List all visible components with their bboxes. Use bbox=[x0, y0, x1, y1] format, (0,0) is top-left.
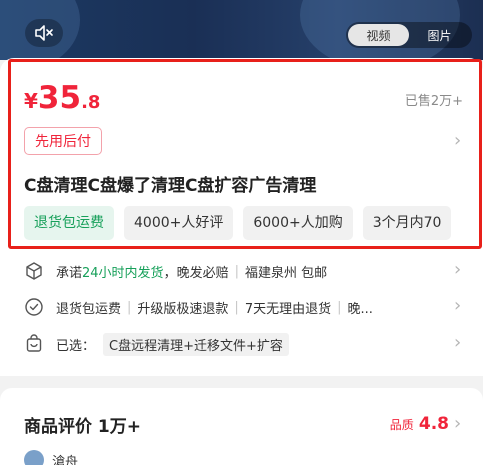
speaker-muted-icon bbox=[35, 25, 53, 41]
avatar bbox=[24, 450, 44, 465]
shipping-promise-row[interactable]: 承诺 24小时内发货 ，晚发必赔 | 福建泉州 包邮 bbox=[24, 259, 472, 283]
quality-label: 品质 bbox=[389, 418, 414, 432]
ship-location: 福建泉州 包邮 bbox=[244, 265, 328, 281]
tab-image[interactable]: 图片 bbox=[409, 24, 470, 46]
return-item: 晚... bbox=[347, 301, 373, 317]
selected-option-row[interactable]: 已选： C盘远程清理+迁移文件+扩容 bbox=[24, 332, 472, 356]
highlight-box bbox=[8, 59, 482, 249]
media-toggle: 视频 图片 bbox=[346, 22, 472, 48]
return-item: 7天无理由退货 bbox=[244, 301, 332, 317]
selected-label: 已选： bbox=[56, 338, 96, 354]
shipping-box-icon bbox=[26, 262, 42, 280]
reviewer: 滄舟 bbox=[24, 450, 78, 465]
chevron-right-icon[interactable]: › bbox=[454, 332, 461, 353]
return-item: 退货包运费 bbox=[56, 301, 122, 317]
chevron-right-icon[interactable]: › bbox=[454, 413, 461, 434]
reviews-title[interactable]: 商品评价 1万+ bbox=[24, 412, 141, 437]
divider: | bbox=[127, 299, 132, 315]
chevron-right-icon[interactable]: › bbox=[454, 295, 461, 316]
return-item: 升级版极速退款 bbox=[137, 301, 229, 317]
quality-value: 4.8 bbox=[418, 414, 449, 434]
return-policy-row[interactable]: 退货包运费 | 升级版极速退款 | 7天无理由退货 | 晚... bbox=[24, 295, 472, 319]
tab-video[interactable]: 视频 bbox=[348, 24, 409, 46]
media-banner: 视频 图片 bbox=[0, 0, 483, 60]
mute-button[interactable] bbox=[25, 19, 63, 47]
promise-prefix: 承诺 bbox=[56, 265, 83, 281]
bag-icon bbox=[26, 334, 42, 352]
reviewer-name: 滄舟 bbox=[52, 454, 79, 465]
check-circle-icon bbox=[25, 298, 43, 316]
divider: | bbox=[337, 299, 342, 315]
promise-rest: ，晚发必赔 bbox=[163, 265, 229, 281]
chevron-right-icon[interactable]: › bbox=[454, 259, 461, 280]
quality-score[interactable]: 品质 4.8 bbox=[390, 414, 449, 434]
promise-highlight: 24小时内发货 bbox=[82, 265, 164, 281]
divider: | bbox=[234, 263, 239, 279]
divider: | bbox=[234, 299, 239, 315]
selected-value: C盘远程清理+迁移文件+扩容 bbox=[103, 332, 289, 356]
